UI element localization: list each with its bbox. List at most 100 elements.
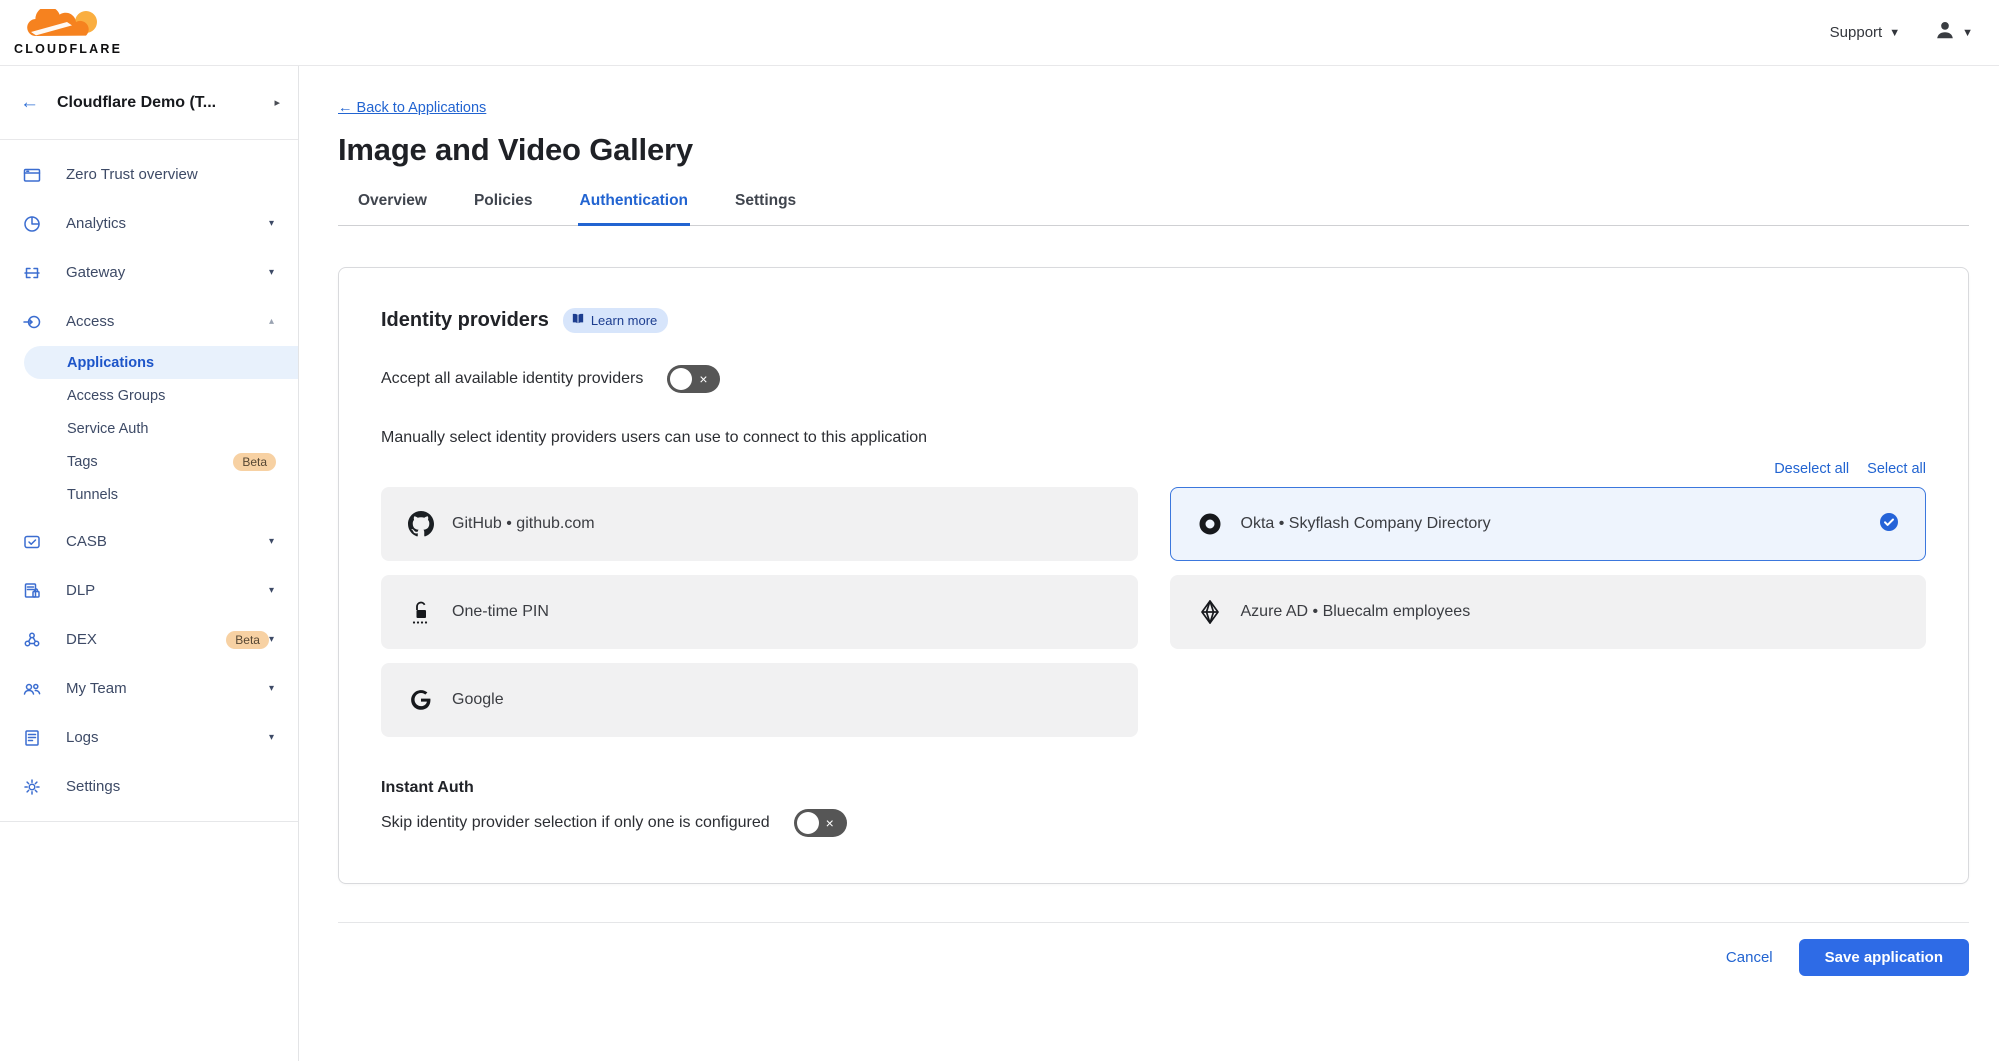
sidebar-item-tags[interactable]: Tags Beta [0,445,298,478]
cloudflare-logo[interactable]: CLOUDFLARE [14,9,122,56]
sidebar-item-casb[interactable]: CASB ▾ [0,517,298,566]
sidebar-item-label: Tags [67,454,224,470]
sidebar-item-access[interactable]: Access ▴ [0,297,298,346]
tab-overview[interactable]: Overview [356,192,429,226]
sidebar-item-dlp[interactable]: DLP ▾ [0,566,298,615]
main-content: ← Back to Applications Image and Video G… [299,66,1999,1061]
toggle-off-x-icon: × [826,816,834,830]
chevron-down-icon: ▾ [269,536,274,547]
user-menu[interactable]: ▼ [1934,19,1973,46]
sidebar-item-my-team[interactable]: My Team ▾ [0,664,298,713]
provider-name: GitHub • github.com [452,515,1111,533]
sidebar-item-settings[interactable]: Settings [0,762,298,811]
footer-actions: Cancel Save application [338,939,1969,976]
settings-icon [22,777,42,797]
page-title: Image and Video Gallery [338,132,1969,168]
back-arrow-icon[interactable]: ← [20,92,39,114]
github-icon [408,511,434,537]
account-name[interactable]: Cloudflare Demo (T... [57,94,274,112]
toggle-knob [797,812,819,834]
card-title: Identity providers [381,309,549,332]
otp-lock-icon [408,599,434,625]
provider-github[interactable]: GitHub • github.com [381,487,1138,561]
sidebar-item-analytics[interactable]: Analytics ▾ [0,199,298,248]
sidebar: ← Cloudflare Demo (T... ▸ Zero Trust ove… [0,66,299,1061]
identity-providers-card: Identity providers Learn more Accept all… [338,267,1969,884]
overview-icon [22,165,42,185]
sidebar-item-label: Service Auth [67,421,276,437]
azure-ad-icon [1197,599,1223,625]
tab-authentication[interactable]: Authentication [578,192,691,226]
sidebar-item-logs[interactable]: Logs ▾ [0,713,298,762]
sidebar-item-label: DLP [66,582,269,599]
instant-auth-heading: Instant Auth [381,779,1926,797]
google-icon [408,688,434,712]
support-menu[interactable]: Support ▼ [1830,24,1900,41]
selected-check-icon [1879,512,1899,537]
accept-all-toggle[interactable]: × [667,365,720,393]
casb-icon [22,532,42,552]
chevron-down-icon: ▾ [269,267,274,278]
chevron-down-icon: ▾ [269,218,274,229]
sidebar-item-label: Zero Trust overview [66,166,276,183]
learn-more-label: Learn more [591,313,657,328]
gateway-icon [22,263,42,283]
select-all-link[interactable]: Select all [1867,461,1926,477]
chevron-down-icon: ▾ [269,585,274,596]
team-icon [22,679,42,699]
save-application-button[interactable]: Save application [1799,939,1969,976]
cancel-button[interactable]: Cancel [1726,949,1773,966]
sidebar-item-access-groups[interactable]: Access Groups [0,379,298,412]
sidebar-item-label: Applications [67,355,276,371]
sidebar-item-service-auth[interactable]: Service Auth [0,412,298,445]
okta-icon [1197,512,1223,536]
toggle-off-x-icon: × [699,372,707,386]
dlp-icon [22,581,42,601]
instant-auth-toggle[interactable]: × [794,809,847,837]
dex-icon [22,630,42,650]
sidebar-item-label: CASB [66,533,269,550]
toggle-knob [670,368,692,390]
sidebar-item-zero-trust-overview[interactable]: Zero Trust overview [0,150,298,199]
chevron-right-icon[interactable]: ▸ [274,96,280,109]
sidebar-item-label: DEX [66,631,217,648]
provider-grid: GitHub • github.com Okta • Skyflash Comp… [381,487,1926,737]
provider-one-time[interactable]: One-time PIN [381,575,1138,649]
access-icon [22,312,42,332]
sidebar-item-tunnels[interactable]: Tunnels [0,478,298,511]
sidebar-item-label: Settings [66,778,276,795]
sidebar-item-dex[interactable]: DEX Beta ▾ [0,615,298,664]
sidebar-item-label: Logs [66,729,269,746]
support-label: Support [1830,24,1883,41]
accept-all-label: Accept all available identity providers [381,370,643,388]
provider-name: Google [452,691,1111,709]
instant-auth-label: Skip identity provider selection if only… [381,814,770,832]
tab-settings[interactable]: Settings [733,192,798,226]
sidebar-item-applications[interactable]: Applications [24,346,298,379]
provider-okta[interactable]: Okta • Skyflash Company Directory [1170,487,1927,561]
beta-badge: Beta [226,631,269,649]
back-to-applications-link[interactable]: ← Back to Applications [338,100,486,116]
analytics-icon [22,214,42,234]
footer-divider [338,922,1969,923]
beta-badge: Beta [233,453,276,471]
provider-name: One-time PIN [452,603,1111,621]
provider-name: Azure AD • Bluecalm employees [1241,603,1900,621]
cloudflare-wordmark: CLOUDFLARE [14,43,122,56]
sidebar-item-gateway[interactable]: Gateway ▾ [0,248,298,297]
sidebar-item-label: My Team [66,680,269,697]
tab-bar: Overview Policies Authentication Settings [338,192,1969,226]
provider-name: Okta • Skyflash Company Directory [1241,515,1880,533]
logs-icon [22,728,42,748]
sidebar-nav: Zero Trust overview Analytics ▾ Gateway … [0,140,298,811]
sidebar-item-label: Access Groups [67,388,276,404]
sidebar-item-label: Tunnels [67,487,276,503]
chevron-down-icon: ▾ [269,634,274,645]
learn-more-badge[interactable]: Learn more [563,308,668,333]
tab-policies[interactable]: Policies [472,192,535,226]
deselect-all-link[interactable]: Deselect all [1774,461,1849,477]
chevron-up-icon: ▴ [269,316,274,327]
book-icon [571,312,585,329]
provider-google[interactable]: Google [381,663,1138,737]
provider-azure[interactable]: Azure AD • Bluecalm employees [1170,575,1927,649]
